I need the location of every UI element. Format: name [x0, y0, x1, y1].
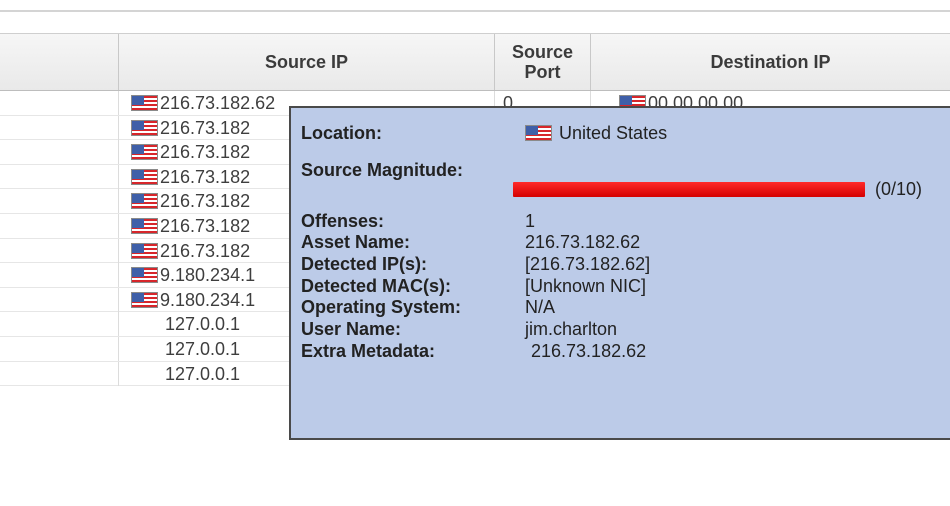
us-flag-icon: [525, 125, 552, 141]
detected-mac-label: Detected MAC(s):: [301, 276, 452, 296]
source-ip-text: 127.0.0.1: [165, 314, 241, 335]
magnitude-bar-track: [513, 176, 865, 198]
magnitude-value: (0/10): [875, 179, 923, 199]
us-flag-icon: [131, 95, 158, 111]
us-flag-icon: [131, 168, 158, 185]
extra-metadata-value: 216.73.182.62: [531, 341, 647, 361]
column-header-destination-ip[interactable]: Destination IP: [590, 34, 950, 90]
source-ip-text: 9.180.234.1: [160, 265, 256, 286]
detected-ip-value: [216.73.182.62]: [525, 254, 651, 274]
user-name-label: User Name:: [301, 319, 402, 339]
column-header-label: Source Port: [511, 42, 574, 82]
detected-mac-value: [Unknown NIC]: [525, 276, 647, 296]
source-ip-text: 216.73.182: [160, 166, 251, 187]
source-ip-text: 216.73.182: [160, 142, 251, 163]
column-header-label: Destination IP: [710, 52, 831, 72]
magnitude-bar: [513, 182, 865, 197]
table-header: Source IP Source Port Destination IP: [0, 33, 950, 91]
us-flag-icon: [131, 193, 158, 210]
us-flag-icon: [131, 242, 158, 259]
os-label: Operating System:: [301, 297, 462, 317]
source-ip-tooltip: Location: United States Source Magnitude…: [289, 106, 950, 440]
extra-metadata-label: Extra Metadata:: [301, 341, 436, 361]
source-ip-text: 127.0.0.1: [165, 363, 241, 384]
source-ip-text: 216.73.182: [160, 191, 251, 212]
source-ip-text: 216.73.182: [160, 240, 251, 261]
top-divider: [0, 10, 950, 12]
column-header-source-ip[interactable]: Source IP: [118, 34, 494, 90]
asset-name-label: Asset Name:: [301, 232, 411, 252]
location-label: Location:: [301, 123, 382, 143]
source-ip-text: 9.180.234.1: [160, 289, 256, 310]
source-ip-text: 127.0.0.1: [165, 338, 241, 359]
source-ip-text: 216.73.182: [160, 117, 251, 138]
source-ip-text: 216.73.182.62: [160, 93, 276, 113]
magnitude-label: Source Magnitude:: [301, 160, 464, 180]
user-name-value: jim.charlton: [525, 319, 618, 339]
us-flag-icon: [131, 291, 158, 308]
us-flag-icon: [131, 144, 158, 161]
asset-name-value: 216.73.182.62: [525, 232, 641, 252]
source-ip-text: 216.73.182: [160, 215, 251, 236]
os-value: N/A: [525, 297, 556, 317]
offenses-label: Offenses:: [301, 211, 385, 231]
location-value: United States: [525, 122, 667, 144]
us-flag-icon: [131, 267, 158, 284]
offenses-value: 1: [525, 211, 536, 231]
us-flag-icon: [131, 119, 158, 136]
detected-ip-label: Detected IP(s):: [301, 254, 428, 274]
column-header-label: Source IP: [264, 52, 349, 72]
location-country: United States: [559, 123, 668, 143]
us-flag-icon: [131, 217, 158, 234]
column-header-source-port[interactable]: Source Port: [494, 34, 590, 90]
